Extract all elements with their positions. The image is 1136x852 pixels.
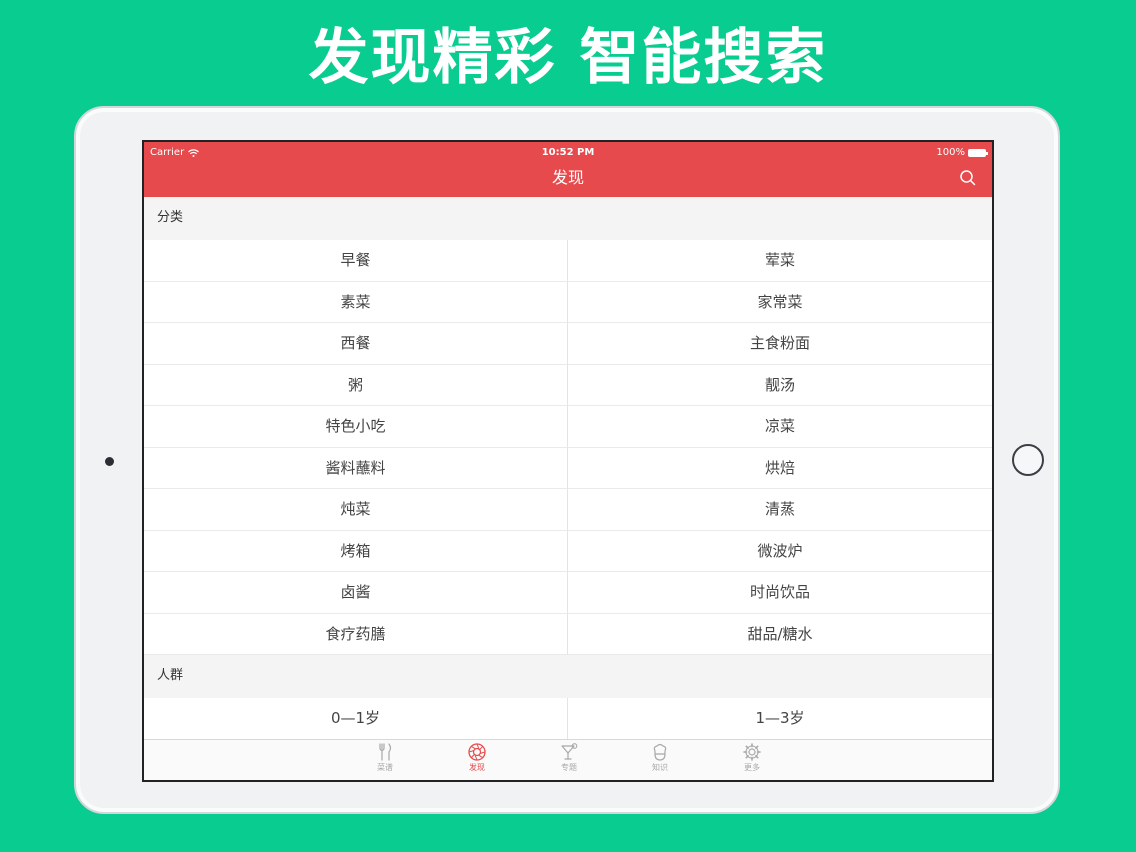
- status-bar: Carrier 10:52 PM 100%: [144, 146, 992, 160]
- tab-knowledge[interactable]: 知识: [630, 742, 690, 773]
- device-screen: Carrier 10:52 PM 100% 发现 分类 早餐 荤菜 素菜 家常菜…: [142, 140, 994, 782]
- tab-label: 菜谱: [377, 763, 393, 772]
- category-item[interactable]: 家常菜: [568, 282, 992, 323]
- category-item[interactable]: 酱料蘸料: [144, 447, 568, 489]
- status-time: 10:52 PM: [541, 147, 595, 158]
- category-item[interactable]: 卤酱: [144, 572, 568, 614]
- tab-recipes[interactable]: 菜谱: [355, 742, 415, 773]
- tab-topics[interactable]: 专题: [539, 742, 599, 773]
- battery-indicator: 100%: [936, 146, 988, 160]
- category-item[interactable]: 主食粉面: [568, 323, 992, 365]
- category-item[interactable]: 甜品/糖水: [568, 614, 992, 655]
- tab-label: 更多: [744, 763, 760, 772]
- section-header-audience: 人群: [144, 655, 992, 698]
- tab-more[interactable]: 更多: [722, 742, 782, 773]
- category-item[interactable]: 微波炉: [568, 531, 992, 572]
- category-item[interactable]: 靓汤: [568, 365, 992, 406]
- category-item[interactable]: 炖菜: [144, 489, 568, 531]
- audience-item[interactable]: 1—3岁: [568, 698, 992, 740]
- category-item[interactable]: 荤菜: [568, 240, 992, 282]
- home-button[interactable]: [1012, 444, 1044, 476]
- category-item[interactable]: 凉菜: [568, 406, 992, 448]
- audience-item[interactable]: 0—1岁: [144, 698, 568, 740]
- discover-list[interactable]: 分类 早餐 荤菜 素菜 家常菜 西餐 主食粉面 粥 靓汤 特色小吃 凉菜 酱料蘸…: [144, 197, 992, 741]
- camera-dot: [105, 457, 114, 466]
- tab-bar: 菜谱 发现 专题 知识 更多: [144, 739, 992, 780]
- tab-label: 知识: [652, 763, 668, 772]
- aperture-icon: [468, 743, 486, 761]
- category-item[interactable]: 西餐: [144, 323, 568, 365]
- category-item[interactable]: 早餐: [144, 240, 568, 282]
- category-item[interactable]: 食疗药膳: [144, 613, 568, 655]
- audience-grid: 0—1岁 1—3岁: [144, 698, 992, 740]
- page-title: 发现: [551, 168, 584, 187]
- category-item[interactable]: 素菜: [144, 281, 568, 323]
- tab-label: 专题: [561, 763, 577, 772]
- category-item[interactable]: 时尚饮品: [568, 572, 992, 614]
- section-header-category: 分类: [144, 197, 992, 240]
- search-button[interactable]: [958, 168, 978, 188]
- chef-hat-icon: [653, 743, 667, 761]
- ipad-frame: Carrier 10:52 PM 100% 发现 分类 早餐 荤菜 素菜 家常菜…: [74, 106, 1060, 814]
- battery-percent: 100%: [936, 147, 965, 158]
- category-item[interactable]: 清蒸: [568, 489, 992, 531]
- category-item[interactable]: 烘焙: [568, 448, 992, 489]
- navigation-bar: Carrier 10:52 PM 100% 发现: [144, 142, 992, 197]
- category-item[interactable]: 烤箱: [144, 530, 568, 572]
- tab-label: 发现: [469, 763, 485, 772]
- battery-icon: [968, 149, 988, 157]
- category-grid: 早餐 荤菜 素菜 家常菜 西餐 主食粉面 粥 靓汤 特色小吃 凉菜 酱料蘸料 烘…: [144, 240, 992, 655]
- gear-icon: [743, 743, 761, 761]
- fork-knife-icon: [379, 743, 392, 761]
- cocktail-icon: [561, 743, 578, 760]
- search-icon: [960, 170, 976, 186]
- headline: 发现精彩 智能搜索: [308, 23, 828, 93]
- category-item[interactable]: 粥: [144, 364, 568, 406]
- tab-discover[interactable]: 发现: [447, 742, 507, 773]
- category-item[interactable]: 特色小吃: [144, 406, 568, 448]
